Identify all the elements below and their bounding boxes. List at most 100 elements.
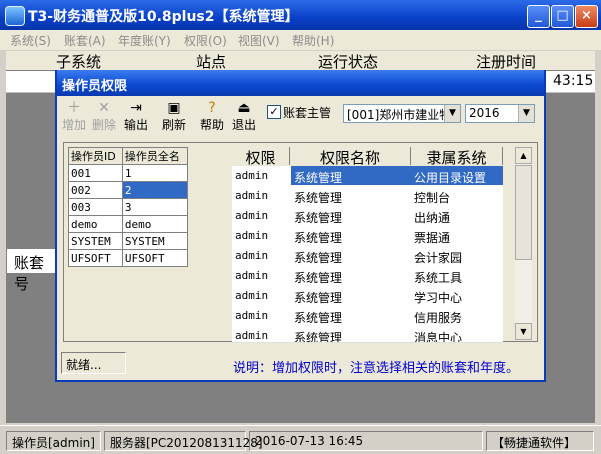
col-operator-name[interactable]: 操作员全名 [121, 147, 189, 165]
output-button[interactable]: ⇥ 输出 [121, 100, 151, 136]
main-title-bar[interactable]: T3-财务通普及版10.8plus2【系统管理】 _ □ × [0, 0, 601, 30]
table-row[interactable]: UFSOFT UFSOFT [68, 249, 189, 267]
belongs-system: 信用服务 [414, 311, 463, 325]
permission-code: admin [235, 329, 269, 342]
menu-account[interactable]: 账套(A) [64, 32, 106, 49]
menu-year-account[interactable]: 年度账(Y) [118, 32, 171, 49]
menu-help[interactable]: 帮助(H) [292, 32, 334, 49]
account-select[interactable]: [001]郑州市建业物 ▼ [343, 104, 461, 123]
table-row-selected[interactable]: 002 2 [68, 181, 189, 199]
operator-table: 操作员ID 操作员全名 001 1 002 2 003 3 demo demo … [68, 147, 189, 267]
permission-code: admin [235, 209, 269, 222]
col-run-status[interactable]: 运行状态 [318, 51, 378, 72]
table-row[interactable]: admin 系统管理 学习中心 [232, 286, 503, 307]
refresh-label: 刷新 [161, 118, 186, 132]
table-row[interactable]: SYSTEM SYSTEM [68, 232, 189, 250]
table-row[interactable]: admin 系统管理 出纳通 [232, 206, 503, 227]
table-row[interactable]: admin 系统管理 票据通 [232, 226, 503, 247]
dialog-note: 说明：增加权限时，注意选择相关的账套和年度。 [233, 361, 520, 376]
account-master-label: 账套主管 [283, 106, 332, 120]
account-number-header[interactable]: 账套号 [6, 248, 56, 293]
permission-table-header: 权限 权限名称 隶属系统 [232, 147, 503, 167]
col-permission[interactable]: 权限 [232, 147, 290, 167]
col-site[interactable]: 站点 [196, 51, 226, 72]
menu-bar: 系统(S) 账套(A) 年度账(Y) 权限(O) 视图(V) 帮助(H) [0, 30, 601, 50]
col-permission-name[interactable]: 权限名称 [290, 147, 411, 167]
account-master-checkbox[interactable]: ✓ [267, 105, 281, 119]
table-row[interactable]: admin 系统管理 会计家园 [232, 246, 503, 267]
status-vendor: 【畅捷通软件】 [486, 431, 594, 451]
help-label: 帮助 [199, 118, 224, 132]
col-operator-id[interactable]: 操作员ID [68, 147, 123, 165]
scroll-down-icon[interactable]: ▼ [515, 323, 532, 340]
operator-id: UFSOFT [68, 249, 123, 267]
exit-button[interactable]: ⏏ 退出 [229, 100, 259, 136]
permission-name: 系统管理 [294, 331, 343, 343]
operator-id: 001 [68, 164, 123, 182]
operator-id: 002 [68, 181, 123, 199]
status-server: 服务器[PC201208131128] [104, 431, 263, 451]
chevron-down-icon: ▼ [444, 105, 460, 122]
output-label: 输出 [123, 118, 148, 132]
minimize-button[interactable]: _ [527, 5, 550, 28]
table-row[interactable]: 003 3 [68, 198, 189, 216]
table-row[interactable]: 001 1 [68, 164, 189, 182]
table-row[interactable]: admin 系统管理 消息中心 [232, 326, 503, 343]
exit-label: 退出 [231, 118, 256, 132]
permission-code: admin [235, 309, 269, 322]
add-icon: ＋ [67, 100, 81, 116]
refresh-button[interactable]: ▣ 刷新 [159, 100, 189, 136]
operator-id: SYSTEM [68, 232, 123, 250]
add-button[interactable]: ＋ 增加 [59, 100, 89, 136]
permission-name: 系统管理 [294, 311, 343, 325]
add-label: 增加 [61, 118, 86, 132]
help-icon: ? [208, 100, 216, 116]
permission-code: admin [235, 269, 269, 282]
operator-id: demo [68, 215, 123, 233]
table-row[interactable]: admin 系统管理 系统工具 [232, 266, 503, 287]
chevron-down-icon: ▼ [518, 105, 534, 122]
belongs-system: 公用目录设置 [411, 166, 503, 185]
delete-icon: ✕ [98, 100, 110, 116]
refresh-icon: ▣ [167, 100, 181, 116]
table-row[interactable]: admin 系统管理 控制台 [232, 186, 503, 207]
delete-button[interactable]: ✕ 删除 [89, 100, 119, 136]
year-select[interactable]: 2016 ▼ [465, 104, 535, 123]
permission-name: 系统管理 [294, 211, 343, 225]
operator-permission-dialog: 操作员权限 ＋ 增加 ✕ 删除 ⇥ 输出 ▣ 刷新 ? 帮助 ⏏ 退出 ✓ 账套… [55, 70, 546, 382]
status-operator: 操作员[admin] [6, 431, 101, 451]
belongs-system: 消息中心 [414, 331, 463, 343]
menu-system[interactable]: 系统(S) [10, 32, 51, 49]
permission-name: 系统管理 [291, 166, 411, 185]
permission-code: admin [235, 169, 269, 182]
operator-name: 1 [121, 164, 189, 182]
dialog-title[interactable]: 操作员权限 [57, 70, 544, 96]
table-row[interactable]: admin 系统管理 信用服务 [232, 306, 503, 327]
permission-code: admin [235, 249, 269, 262]
help-button[interactable]: ? 帮助 [197, 100, 227, 136]
operator-name: 3 [121, 198, 189, 216]
subsystem-grid-header: 子系统 站点 运行状态 注册时间 [6, 51, 595, 71]
table-row[interactable]: admin 系统管理 公用目录设置 [232, 166, 503, 187]
menu-view[interactable]: 视图(V) [238, 32, 280, 49]
menu-permission[interactable]: 权限(O) [184, 32, 227, 49]
close-button[interactable]: × [575, 5, 598, 28]
operator-name: UFSOFT [121, 249, 189, 267]
permission-scrollbar[interactable]: ▲ ▼ [515, 147, 532, 340]
exit-icon: ⏏ [237, 100, 251, 116]
belongs-system: 系统工具 [414, 271, 463, 285]
dialog-status: 就绪... [61, 352, 126, 374]
permission-name: 系统管理 [294, 271, 343, 285]
status-bar: 操作员[admin] 服务器[PC201208131128] 2016-07-1… [0, 425, 601, 454]
col-subsystem[interactable]: 子系统 [56, 51, 101, 72]
permission-name: 系统管理 [294, 191, 343, 205]
col-belongs-system[interactable]: 隶属系统 [411, 147, 503, 167]
col-register-time[interactable]: 注册时间 [476, 51, 536, 72]
scroll-thumb[interactable] [515, 165, 532, 260]
belongs-system: 会计家园 [414, 251, 463, 265]
scroll-up-icon[interactable]: ▲ [515, 147, 532, 164]
maximize-button[interactable]: □ [551, 5, 574, 28]
permission-name: 系统管理 [294, 291, 343, 305]
window-title: T3-财务通普及版10.8plus2【系统管理】 [28, 9, 299, 25]
table-row[interactable]: demo demo [68, 215, 189, 233]
